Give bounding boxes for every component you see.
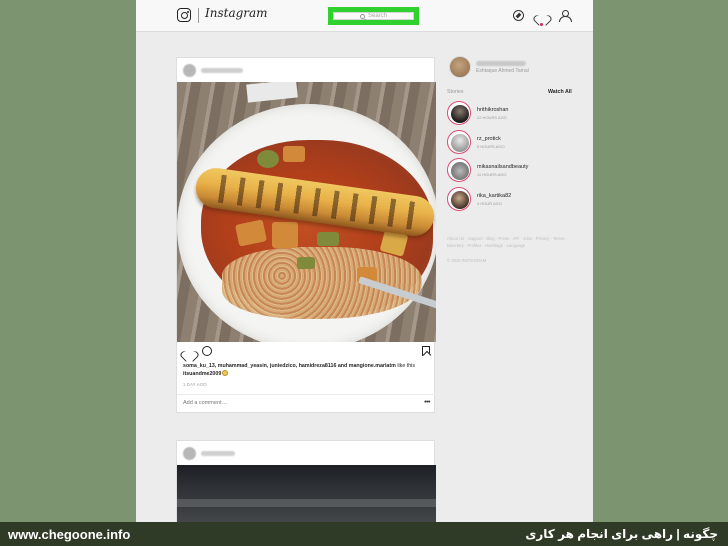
story-username: mikasnailsandbeauty — [477, 164, 529, 170]
top-navigation-bar: Instagram Search — [136, 0, 593, 32]
save-bookmark-icon[interactable] — [422, 346, 430, 356]
story-time: 11 HOURS AGO — [477, 172, 507, 177]
post-header — [177, 58, 434, 82]
green-pepper-piece — [297, 257, 315, 269]
post-photo-dark-street[interactable] — [177, 465, 436, 522]
couscous-rice — [222, 247, 422, 319]
post-header — [177, 441, 434, 465]
post-author-name-blurred[interactable] — [201, 451, 235, 456]
story-item[interactable]: rz_protick 5 HOURS AGO — [447, 130, 587, 154]
notification-dot — [540, 23, 543, 26]
potato-chunk — [272, 222, 298, 248]
copyright-text: © 2018 INSTAGRAM — [447, 258, 487, 263]
search-placeholder: Search — [367, 13, 387, 19]
my-profile-avatar[interactable] — [449, 56, 471, 78]
post-author-name-blurred[interactable] — [201, 68, 243, 73]
activity-heart-icon[interactable] — [536, 10, 547, 21]
logo-divider — [198, 8, 199, 23]
like-heart-icon[interactable] — [184, 347, 195, 357]
instagram-camera-icon[interactable] — [177, 8, 191, 22]
story-ring — [447, 130, 471, 154]
comment-bar: ••• — [177, 394, 436, 413]
instagram-page: Instagram Search soma_ku_13, muhammad_ye… — [136, 0, 593, 522]
stories-heading: Stories — [447, 89, 464, 95]
green-vegetable — [257, 150, 279, 168]
story-ring — [447, 187, 471, 211]
story-avatar — [451, 191, 469, 209]
story-ring — [447, 101, 471, 125]
liked-by-users[interactable]: soma_ku_13, muhammad_yeasin, juniedzico,… — [183, 363, 396, 369]
feed-post: soma_ku_13, muhammad_yeasin, juniedzico,… — [176, 57, 436, 413]
watermark-url: www.chegoone.info — [8, 527, 131, 542]
instagram-wordmark[interactable]: Instagram — [205, 6, 268, 20]
story-item[interactable]: hrithikroshan 22 HOURS AGO — [447, 101, 587, 125]
explore-compass-icon[interactable] — [513, 10, 524, 21]
post-photo-food-plate[interactable] — [177, 82, 436, 342]
post-author-avatar[interactable] — [183, 447, 196, 460]
story-avatar — [451, 134, 469, 152]
story-avatar — [451, 105, 469, 123]
story-username: hrithikroshan — [477, 107, 509, 113]
footer-links[interactable]: About Us · Support · Blog · Press · API … — [447, 236, 572, 249]
story-username: rika_kartika82 — [477, 193, 512, 199]
story-time: 5 HOURS AGO — [477, 144, 505, 149]
my-full-name: Eshtaque Ahmed Tamal — [476, 68, 529, 74]
story-avatar — [451, 162, 469, 180]
watermark-slogan: چگونه | راهی برای انجام هر کاری — [525, 527, 718, 541]
search-highlight-box: Search — [328, 7, 419, 25]
story-item[interactable]: mikasnailsandbeauty 11 HOURS AGO — [447, 158, 587, 182]
story-item[interactable]: rika_kartika82 4 HOUR AGO — [447, 187, 587, 211]
my-username-blurred[interactable] — [476, 61, 526, 66]
story-time: 4 HOUR AGO — [477, 201, 502, 206]
liked-by-last-user[interactable]: itsuandme2009 — [183, 371, 221, 377]
search-icon — [359, 13, 365, 19]
potato-chunk — [283, 146, 305, 162]
story-username: rz_protick — [477, 136, 501, 142]
story-time: 22 HOURS AGO — [477, 115, 507, 120]
add-comment-input[interactable] — [183, 400, 383, 406]
likes-suffix: like this — [395, 363, 415, 369]
watch-all-link[interactable]: Watch All — [548, 89, 572, 95]
more-options-button[interactable]: ••• — [424, 399, 430, 406]
search-input[interactable]: Search — [333, 12, 414, 20]
feed-post-second — [176, 440, 436, 522]
likes-text: soma_ku_13, muhammad_yeasin, juniedzico,… — [183, 362, 431, 378]
post-actions — [177, 342, 436, 362]
story-ring — [447, 158, 471, 182]
smile-emoji-icon — [222, 370, 229, 376]
green-pepper-piece — [317, 232, 339, 246]
profile-icon[interactable] — [559, 10, 572, 22]
comment-icon[interactable] — [202, 346, 212, 356]
post-timestamp: 1 DAY AGO — [183, 382, 207, 387]
post-author-avatar[interactable] — [183, 64, 196, 77]
watermark-bar: www.chegoone.info چگونه | راهی برای انجا… — [0, 522, 728, 546]
